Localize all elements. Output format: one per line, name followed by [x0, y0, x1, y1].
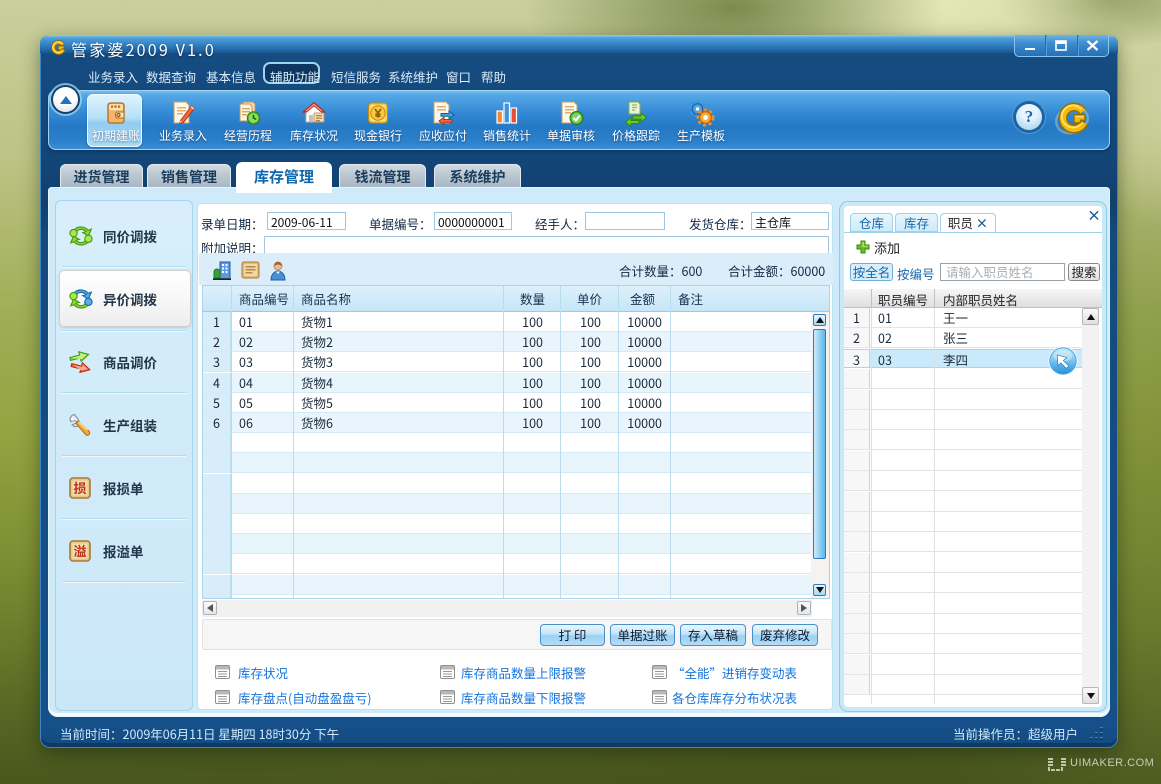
svg-text:溢: 溢	[73, 541, 86, 560]
svg-text:损: 损	[73, 478, 86, 497]
